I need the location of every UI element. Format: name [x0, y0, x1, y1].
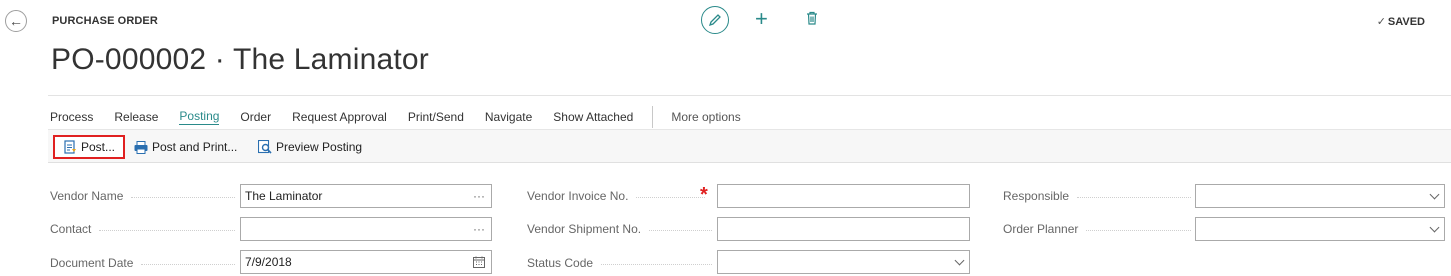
vendor-invoice-no-field[interactable]: [717, 184, 970, 208]
status-code-label-text: Status Code: [527, 256, 594, 270]
menu-separator: [652, 106, 654, 128]
order-planner-label-text: Order Planner: [1003, 222, 1079, 236]
back-button[interactable]: ←: [5, 10, 27, 32]
new-button[interactable]: +: [755, 8, 768, 30]
vendor-invoice-no-label-text: Vendor Invoice No.: [527, 189, 629, 203]
saved-label: SAVED: [1387, 16, 1425, 28]
leader-dots: [649, 230, 712, 231]
vendor-invoice-no-label: Vendor Invoice No.: [527, 189, 705, 203]
required-indicator: *: [700, 184, 708, 206]
printer-icon: [134, 140, 148, 154]
more-options-button[interactable]: More options: [671, 110, 740, 124]
preview-icon: [258, 140, 272, 154]
responsible-select[interactable]: [1195, 184, 1445, 208]
status-code-select[interactable]: [717, 250, 970, 274]
preview-posting-label: Preview Posting: [276, 140, 363, 154]
chevron-down-icon: [954, 255, 965, 265]
leader-dots: [1077, 197, 1191, 198]
vendor-name-label-text: Vendor Name: [50, 189, 124, 203]
order-planner-select[interactable]: [1195, 217, 1445, 241]
responsible-label-text: Responsible: [1003, 189, 1070, 203]
post-button[interactable]: Post...: [53, 135, 126, 159]
leader-dots: [99, 230, 235, 231]
menu-order[interactable]: Order: [240, 110, 271, 124]
trash-icon: [807, 11, 817, 25]
responsible-dropdown-button[interactable]: [1429, 185, 1440, 207]
contact-field[interactable]: ···: [240, 217, 492, 241]
document-date-label: Document Date: [50, 256, 235, 270]
document-date-field[interactable]: 7/9/2018: [240, 250, 492, 274]
check-icon: ✓: [1376, 16, 1386, 28]
vendor-shipment-no-field[interactable]: [717, 217, 970, 241]
contact-label-text: Contact: [50, 222, 92, 236]
header-divider: [48, 95, 1451, 96]
vendor-name-value: The Laminator: [245, 189, 323, 203]
menu-print-send[interactable]: Print/Send: [408, 110, 464, 124]
action-menu-bar: Process Release Posting Order Request Ap…: [50, 106, 762, 128]
menu-posting[interactable]: Posting: [179, 109, 220, 125]
post-and-print-label: Post and Print...: [152, 140, 238, 154]
posting-actions-bar: Post... Post and Print... Preview Postin…: [48, 129, 1451, 163]
leader-dots: [601, 264, 712, 265]
menu-release[interactable]: Release: [114, 110, 158, 124]
menu-process[interactable]: Process: [50, 110, 93, 124]
preview-posting-button[interactable]: Preview Posting: [258, 135, 362, 159]
delete-button[interactable]: [806, 11, 818, 30]
post-and-print-button[interactable]: Post and Print...: [134, 135, 237, 159]
contact-label: Contact: [50, 222, 235, 236]
ellipsis-icon: ···: [473, 222, 485, 236]
pencil-icon: [708, 14, 721, 27]
order-planner-dropdown-button[interactable]: [1429, 218, 1440, 240]
chevron-down-icon: [1429, 189, 1440, 199]
vendor-name-lookup-button[interactable]: ···: [473, 185, 485, 207]
status-code-label: Status Code: [527, 256, 712, 270]
saved-status: ✓ SAVED: [1377, 15, 1425, 28]
chevron-down-icon: [1429, 222, 1440, 232]
menu-request-approval[interactable]: Request Approval: [292, 110, 387, 124]
vendor-name-label: Vendor Name: [50, 189, 235, 203]
ellipsis-icon: ···: [473, 189, 485, 203]
status-code-dropdown-button[interactable]: [954, 251, 965, 273]
document-date-value: 7/9/2018: [245, 255, 292, 269]
calendar-button[interactable]: [473, 251, 485, 273]
post-icon: [64, 140, 76, 154]
contact-lookup-button[interactable]: ···: [473, 218, 485, 240]
arrow-left-icon: ←: [9, 13, 23, 29]
page-caption: PURCHASE ORDER: [52, 15, 158, 27]
plus-icon: +: [755, 6, 768, 31]
calendar-icon: [473, 256, 485, 268]
order-planner-label: Order Planner: [1003, 222, 1191, 236]
page-title: PO-000002 · The Laminator: [51, 43, 429, 76]
leader-dots: [131, 197, 235, 198]
document-date-label-text: Document Date: [50, 256, 134, 270]
leader-dots: [1086, 230, 1191, 231]
vendor-shipment-no-label-text: Vendor Shipment No.: [527, 222, 642, 236]
menu-navigate[interactable]: Navigate: [485, 110, 532, 124]
menu-show-attached[interactable]: Show Attached: [553, 110, 633, 124]
post-label: Post...: [81, 140, 116, 154]
vendor-name-field[interactable]: The Laminator ···: [240, 184, 492, 208]
vendor-shipment-no-label: Vendor Shipment No.: [527, 222, 712, 236]
responsible-label: Responsible: [1003, 189, 1191, 203]
leader-dots: [636, 197, 705, 198]
leader-dots: [141, 264, 235, 265]
edit-button[interactable]: [701, 6, 729, 34]
